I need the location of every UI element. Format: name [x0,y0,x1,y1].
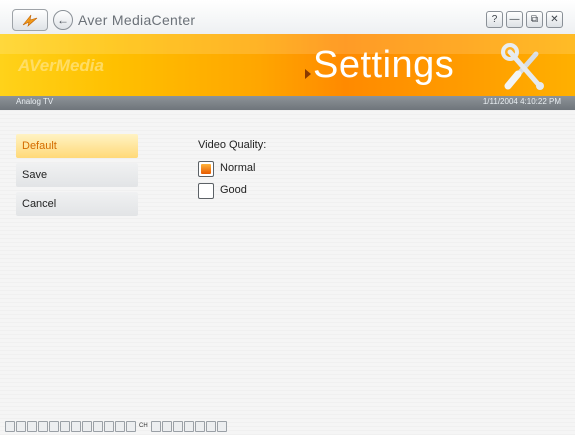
tools-icon [501,43,544,90]
transport-button-16[interactable] [205,420,216,432]
datetime-label: 1/11/2004 4:10:22 PM [482,97,561,106]
brand-logo: AVerMedia [18,56,104,75]
transport-button-13[interactable] [172,420,183,432]
good-label: Good [220,184,247,196]
transport-button-15[interactable] [194,420,205,432]
transport-button-11[interactable] [115,420,125,432]
transport-button-9[interactable] [93,420,103,432]
transport-bar: CH [5,420,227,432]
restore-button[interactable]: ⧉ [526,11,543,28]
minimize-button[interactable]: — [506,11,523,28]
good-checkbox[interactable] [198,183,214,199]
header-banner: AVerMedia Settings [0,34,575,96]
transport-button-7[interactable] [71,420,81,432]
app-logo-button[interactable] [12,9,48,31]
settings-panel: Default Save Cancel Video Quality: Norma… [0,110,575,435]
transport-button-12[interactable] [126,420,136,432]
transport-button-8[interactable] [82,420,92,432]
transport-button-6[interactable] [60,420,70,432]
channel-label: CH [139,423,148,429]
status-bar: Analog TV 1/11/2004 4:10:22 PM [0,96,575,110]
default-button[interactable]: Default [16,134,138,158]
close-button[interactable]: ✕ [546,11,563,28]
lightning-icon [22,14,38,27]
cancel-button[interactable]: Cancel [16,192,138,216]
back-button[interactable]: ← [53,10,73,30]
mode-label: Analog TV [16,97,54,106]
back-arrow-icon: ← [57,13,69,27]
transport-button-17[interactable] [216,420,227,432]
title-bar: ← Aver MediaCenter ? — ⧉ ✕ [0,0,575,34]
side-menu: Default Save Cancel [16,134,142,221]
save-button[interactable]: Save [16,163,138,187]
channel-up-button[interactable] [161,420,172,432]
video-quality-heading: Video Quality: [198,139,267,151]
help-button[interactable]: ? [486,11,503,28]
channel-down-button[interactable] [150,420,161,432]
transport-button-10[interactable] [104,420,114,432]
normal-checkbox[interactable] [198,161,214,177]
transport-button-3[interactable] [27,420,37,432]
normal-label: Normal [220,162,256,174]
transport-button-5[interactable] [49,420,59,432]
transport-button-2[interactable] [16,420,26,432]
arrow-bullet-icon [305,69,311,79]
app-title: Aver MediaCenter [78,12,196,28]
transport-button-14[interactable] [183,420,194,432]
page-title: Settings [313,44,455,86]
transport-button-4[interactable] [38,420,48,432]
aver-mediacenter-window: ← Aver MediaCenter ? — ⧉ ✕ AVerMedia Set… [0,0,575,435]
transport-button-1[interactable] [5,420,15,432]
window-controls: ? — ⧉ ✕ [486,11,563,28]
